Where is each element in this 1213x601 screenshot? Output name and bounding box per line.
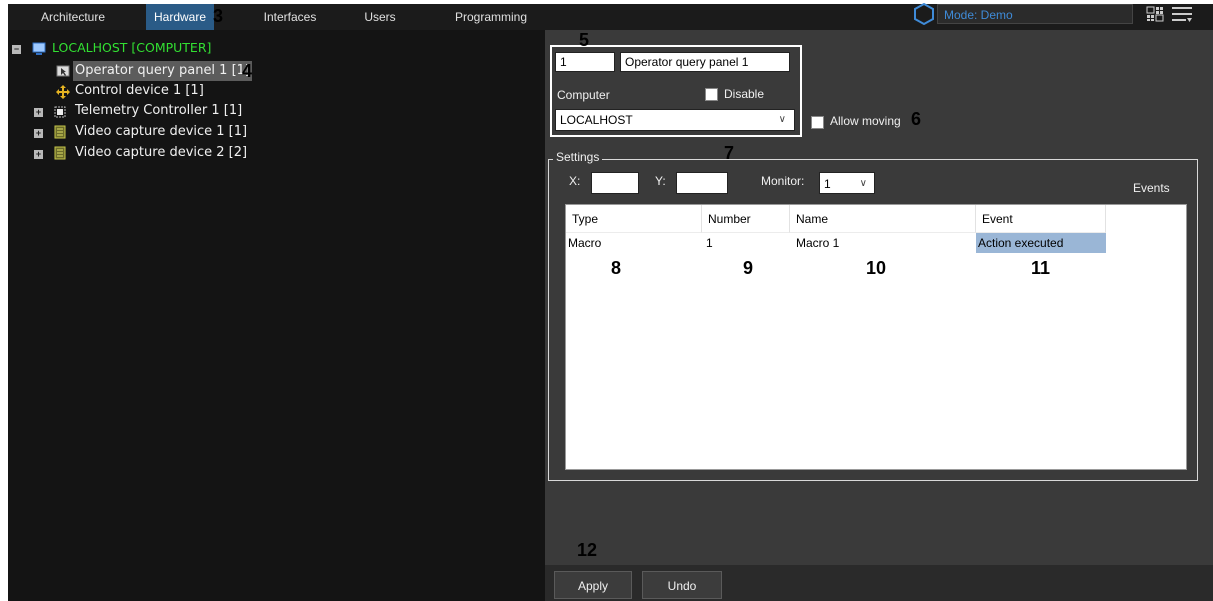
tree-item-video-capture-2[interactable]: Video capture device 2 [2] bbox=[75, 143, 247, 163]
tree-item-telemetry-controller[interactable]: Telemetry Controller 1 [1] bbox=[75, 101, 242, 121]
tree-item-control-device[interactable]: Control device 1 [1] bbox=[75, 81, 204, 101]
column-header-name[interactable]: Name bbox=[790, 205, 976, 233]
callout-7: 7 bbox=[724, 143, 735, 163]
chevron-down-icon: ∨ bbox=[859, 178, 867, 189]
undo-button[interactable]: Undo bbox=[642, 571, 722, 599]
y-coordinate-field[interactable] bbox=[676, 172, 728, 194]
callout-11: 11 bbox=[1031, 258, 1051, 278]
callout-6: 6 bbox=[911, 109, 922, 129]
settings-legend: Settings bbox=[553, 150, 603, 164]
monitor-label: Monitor: bbox=[761, 174, 805, 188]
computer-icon bbox=[32, 42, 46, 55]
tab-users[interactable]: Users bbox=[354, 4, 406, 30]
column-header-number[interactable]: Number bbox=[702, 205, 790, 233]
name-field[interactable] bbox=[620, 52, 790, 72]
hamburger-menu-icon[interactable] bbox=[1172, 6, 1192, 22]
callout-3: 3 bbox=[213, 6, 224, 26]
column-header-type[interactable]: Type bbox=[566, 205, 702, 233]
move-icon bbox=[56, 85, 70, 99]
computer-label: Computer bbox=[557, 88, 610, 102]
tab-architecture[interactable]: Architecture bbox=[30, 4, 116, 30]
allow-moving-label: Allow moving bbox=[830, 114, 901, 128]
events-label: Events bbox=[1133, 181, 1170, 195]
table-cell-name[interactable]: Macro 1 bbox=[794, 233, 976, 253]
callout-9: 9 bbox=[743, 258, 754, 278]
expand-toggle-icon[interactable]: + bbox=[34, 150, 43, 159]
disable-label: Disable bbox=[724, 87, 765, 101]
collapse-toggle-icon[interactable]: − bbox=[12, 45, 21, 54]
tab-hardware[interactable]: Hardware bbox=[146, 4, 214, 30]
mode-indicator: Mode: Demo bbox=[937, 4, 1133, 24]
column-header-event[interactable]: Event bbox=[976, 205, 1106, 233]
tab-interfaces[interactable]: Interfaces bbox=[252, 4, 328, 30]
events-table: Type Number Name Event Macro 1 Macro 1 A… bbox=[565, 204, 1187, 470]
chevron-down-icon: ∨ bbox=[778, 114, 786, 125]
callout-12: 12 bbox=[577, 540, 598, 560]
monitor-select[interactable]: 1 ∨ bbox=[819, 172, 875, 194]
table-cell-event[interactable]: Action executed bbox=[976, 233, 1106, 253]
table-cell-number[interactable]: 1 bbox=[704, 233, 790, 253]
capture-device-icon bbox=[54, 146, 66, 160]
callout-10: 10 bbox=[866, 258, 887, 278]
id-field[interactable] bbox=[555, 52, 615, 72]
x-label: X: bbox=[569, 174, 581, 188]
telemetry-icon bbox=[54, 106, 66, 118]
callout-5: 5 bbox=[579, 30, 590, 50]
table-cell-type[interactable]: Macro bbox=[566, 233, 702, 253]
expand-toggle-icon[interactable]: + bbox=[34, 108, 43, 117]
computer-select-value: LOCALHOST bbox=[560, 113, 633, 127]
allow-moving-checkbox[interactable] bbox=[811, 116, 824, 129]
monitor-select-value: 1 bbox=[824, 177, 831, 191]
apply-button[interactable]: Apply bbox=[554, 571, 632, 599]
expand-toggle-icon[interactable]: + bbox=[34, 129, 43, 138]
tree-item-video-capture-1[interactable]: Video capture device 1 [1] bbox=[75, 122, 247, 142]
layout-grid-icon[interactable] bbox=[1146, 6, 1164, 22]
disable-checkbox[interactable] bbox=[705, 88, 718, 101]
x-coordinate-field[interactable] bbox=[591, 172, 639, 194]
callout-4: 4 bbox=[242, 61, 253, 81]
tree-item-operator-query-panel[interactable]: Operator query panel 1 [1] bbox=[73, 61, 252, 81]
query-panel-icon bbox=[56, 65, 70, 77]
tab-programming[interactable]: Programming bbox=[446, 4, 536, 30]
hexagon-status-icon[interactable] bbox=[913, 3, 935, 25]
y-label: Y: bbox=[655, 174, 666, 188]
capture-device-icon bbox=[54, 125, 66, 139]
computer-select[interactable]: LOCALHOST ∨ bbox=[555, 109, 795, 131]
tree-root-localhost[interactable]: LOCALHOST [COMPUTER] bbox=[52, 38, 211, 58]
callout-8: 8 bbox=[611, 258, 622, 278]
